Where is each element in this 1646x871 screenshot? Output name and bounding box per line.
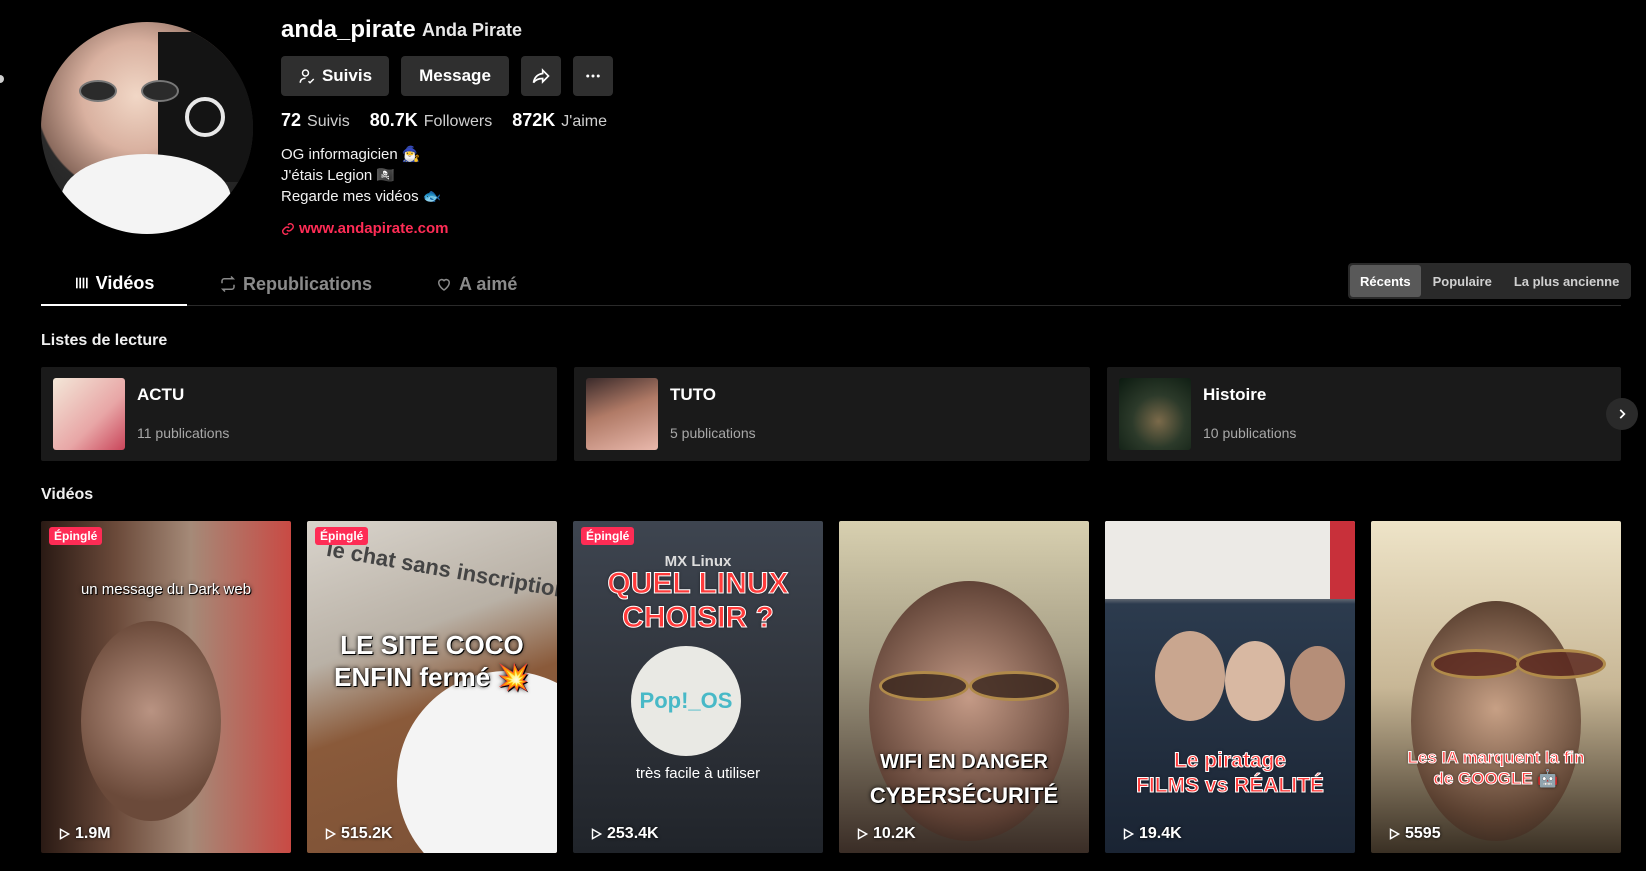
video-card[interactable]: le chat sans inscription Épinglé LE SITE…: [307, 521, 557, 853]
video-caption: QUEL LINUX CHOISIR ?: [607, 567, 789, 635]
heart-icon: [437, 278, 451, 291]
following-count: 72: [281, 110, 302, 130]
videos-title: Vidéos: [41, 486, 94, 503]
chevron-right-icon: [1619, 409, 1626, 419]
playlist-thumbnail: [586, 378, 658, 450]
playlist-card[interactable]: Histoire 10 publications: [1107, 367, 1621, 461]
sidebar-edge: [0, 75, 4, 83]
following-stat[interactable]: 72 Suivis: [281, 110, 350, 131]
video-caption: un message du Dark web: [80, 581, 252, 598]
video-caption: WIFI EN DANGER: [880, 751, 1048, 773]
bio: OG informagicien 🧙‍♂️ J'étais Legion 🏴‍☠…: [281, 144, 441, 207]
bio-line: J'étais Legion 🏴‍☠️: [281, 167, 396, 184]
avatar: [41, 22, 253, 234]
likes-stat: 872K J'aime: [512, 110, 607, 131]
followers-count: 80.7K: [369, 110, 418, 130]
followers-stat[interactable]: 80.7K Followers: [370, 110, 493, 131]
following-label: Suivis: [307, 113, 350, 130]
share-icon: [532, 68, 550, 84]
tab-liked[interactable]: A aimé: [435, 262, 517, 306]
tab-reposts-label: Republications: [243, 273, 373, 294]
playlists-next-button[interactable]: [1606, 398, 1638, 430]
view-count-value: 253.4K: [607, 825, 659, 842]
video-caption: Les IA marquent la fin de GOOGLE 🤖: [1407, 748, 1585, 789]
play-icon: [1123, 828, 1135, 840]
video-caption: LE SITE COCO ENFIN fermé 💥: [334, 630, 530, 692]
view-count-value: 1.9M: [75, 825, 111, 842]
pinned-badge: Épinglé: [581, 527, 635, 545]
pinned-badge: Épinglé: [49, 527, 103, 545]
user-check-icon: [299, 69, 315, 84]
playlist-thumbnail: [53, 378, 125, 450]
video-overlay-text: le chat sans inscription: [324, 535, 557, 604]
bio-line: Regarde mes vidéos 🐟: [281, 188, 442, 205]
video-caption: Le piratage: [1173, 749, 1287, 773]
message-button-label: Message: [419, 66, 491, 85]
view-count: 19.4K: [1121, 825, 1182, 843]
play-icon: [591, 828, 603, 840]
repost-icon: [220, 275, 236, 293]
tab-reposts[interactable]: Republications: [219, 262, 372, 306]
playlist-name: TUTO: [670, 385, 716, 404]
share-button[interactable]: [521, 56, 561, 96]
tab-liked-label: A aimé: [459, 273, 518, 294]
tab-videos[interactable]: Vidéos: [41, 262, 187, 306]
likes-label: J'aime: [561, 113, 607, 130]
bio-line: OG informagicien 🧙‍♂️: [281, 146, 421, 163]
play-icon: [1389, 828, 1401, 840]
username: anda_pirate: [281, 16, 416, 43]
more-button[interactable]: [573, 56, 613, 96]
video-overlay-text: très facile à utiliser: [635, 765, 761, 782]
playlist-count: 10 publications: [1203, 425, 1297, 441]
sort-oldest[interactable]: La plus ancienne: [1504, 265, 1629, 297]
following-button-label: Suivis: [321, 66, 373, 85]
playlist-thumbnail: [1119, 378, 1191, 450]
sort-popular[interactable]: Populaire: [1423, 265, 1502, 297]
video-caption-2: FILMS vs RÉALITÉ: [1136, 774, 1325, 798]
playlist-card[interactable]: ACTU 11 publications: [41, 367, 557, 461]
followers-label: Followers: [423, 113, 493, 130]
video-card[interactable]: WIFI EN DANGER CYBERSÉCURITÉ 10.2K: [839, 521, 1089, 853]
video-caption-2: CYBERSÉCURITÉ: [869, 783, 1059, 808]
view-count: 5595: [1387, 825, 1441, 843]
play-icon: [857, 828, 869, 840]
more-icon: [586, 74, 600, 78]
pinned-badge: Épinglé: [315, 527, 369, 545]
view-count-value: 5595: [1405, 825, 1441, 842]
playlist-count: 5 publications: [670, 425, 756, 441]
view-count: 10.2K: [855, 825, 916, 843]
link-icon: [282, 222, 294, 235]
view-count: 1.9M: [57, 825, 111, 843]
playlist-name: Histoire: [1203, 385, 1267, 404]
video-card[interactable]: Les IA marquent la fin de GOOGLE 🤖 5595: [1371, 521, 1621, 853]
view-count: 253.4K: [589, 825, 659, 843]
view-count-value: 10.2K: [873, 825, 916, 842]
view-count-value: 19.4K: [1139, 825, 1182, 842]
view-count: 515.2K: [323, 825, 393, 843]
play-icon: [325, 828, 337, 840]
playlist-count: 11 publications: [137, 425, 230, 441]
play-icon: [59, 828, 71, 840]
pop-os-logo-text: Pop!_OS: [639, 688, 733, 713]
grid-icon: [75, 277, 88, 289]
video-card[interactable]: MX Linux QUEL LINUX CHOISIR ? Pop!_OS tr…: [573, 521, 823, 853]
sort-recent[interactable]: Récents: [1350, 265, 1421, 297]
message-button[interactable]: Message: [401, 56, 509, 96]
tab-videos-label: Vidéos: [95, 272, 155, 293]
likes-count: 872K: [512, 110, 556, 130]
profile-stats: 72 Suivis 80.7K Followers 872K J'aime: [281, 110, 607, 131]
pop-os-logo: Pop!_OS: [631, 646, 741, 756]
view-count-value: 515.2K: [341, 825, 393, 842]
sort-toggle: Récents Populaire La plus ancienne: [1348, 263, 1632, 299]
website-link[interactable]: www.andapirate.com: [281, 220, 448, 237]
playlist-name: ACTU: [137, 385, 185, 404]
video-card[interactable]: Épinglé un message du Dark web 1.9M: [41, 521, 291, 853]
display-name: Anda Pirate: [422, 20, 523, 40]
playlist-card[interactable]: TUTO 5 publications: [574, 367, 1090, 461]
playlists-title: Listes de lecture: [41, 332, 168, 349]
following-button[interactable]: Suivis: [281, 56, 389, 96]
video-card[interactable]: Le piratage FILMS vs RÉALITÉ 19.4K: [1105, 521, 1355, 853]
website-link-text: www.andapirate.com: [299, 220, 449, 237]
